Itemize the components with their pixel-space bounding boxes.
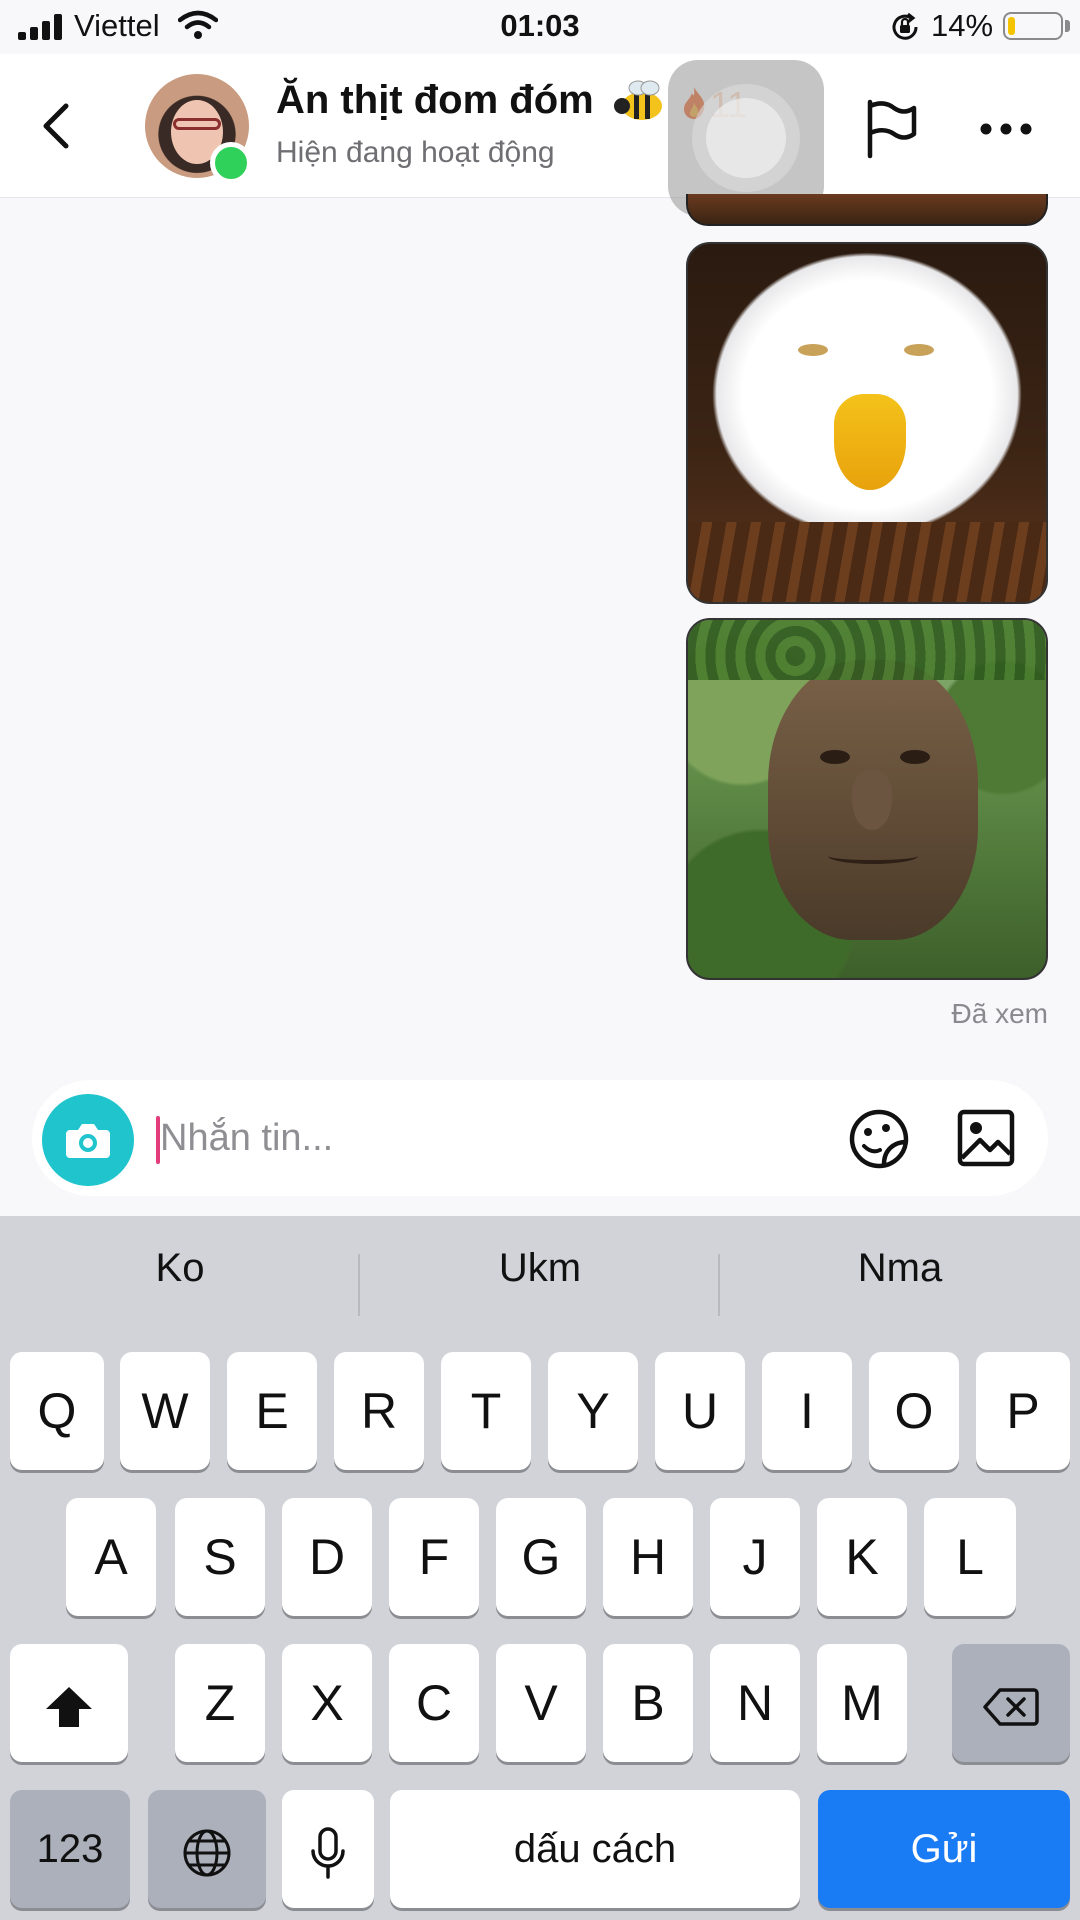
battery-icon <box>1003 12 1063 40</box>
key-t[interactable]: T <box>441 1352 531 1470</box>
bee-icon <box>614 80 662 120</box>
key-l[interactable]: L <box>924 1498 1016 1616</box>
key-x[interactable]: X <box>282 1644 372 1762</box>
eagle-feathers <box>688 522 1046 602</box>
more-options-button[interactable] <box>978 114 1034 144</box>
key-n[interactable]: N <box>710 1644 800 1762</box>
numbers-key[interactable]: 123 <box>10 1790 130 1908</box>
chat-header: Ăn thịt đom đóm 11 Hiện đang hoạt động <box>0 54 1080 216</box>
key-v[interactable]: V <box>496 1644 586 1762</box>
key-a[interactable]: A <box>66 1498 156 1616</box>
flag-button[interactable] <box>862 98 920 160</box>
key-s[interactable]: S <box>175 1498 265 1616</box>
key-w[interactable]: W <box>120 1352 210 1470</box>
key-m[interactable]: M <box>817 1644 907 1762</box>
tree-leaves <box>688 620 1046 680</box>
seen-status: Đã xem <box>951 998 1048 1029</box>
chat-status: Hiện đang hoạt động <box>276 136 555 169</box>
message-image-tree[interactable] <box>686 618 1048 980</box>
dictation-key[interactable] <box>282 1790 374 1908</box>
camera-button[interactable] <box>42 1094 134 1186</box>
suggestion-item[interactable]: Ukm <box>360 1246 720 1291</box>
message-image-partial[interactable] <box>686 194 1048 226</box>
key-k[interactable]: K <box>817 1498 907 1616</box>
assistive-touch-button[interactable] <box>668 60 824 216</box>
key-y[interactable]: Y <box>548 1352 638 1470</box>
key-o[interactable]: O <box>869 1352 959 1470</box>
suggestion-bar: Ko Ukm Nma <box>0 1216 1080 1346</box>
message-image-eagle[interactable] <box>686 242 1048 604</box>
shift-icon <box>46 1686 92 1727</box>
key-f[interactable]: F <box>389 1498 479 1616</box>
suggestion-item[interactable]: Ko <box>0 1246 360 1291</box>
key-g[interactable]: G <box>496 1498 586 1616</box>
key-r[interactable]: R <box>334 1352 424 1470</box>
backspace-icon <box>983 1688 1039 1726</box>
backspace-key[interactable] <box>952 1644 1070 1762</box>
tree-face <box>768 660 978 940</box>
composer-area <box>0 1076 1080 1216</box>
tree-mouth <box>828 848 918 864</box>
rotation-lock-icon <box>892 12 918 40</box>
eagle-eye <box>798 344 828 356</box>
key-u[interactable]: U <box>655 1352 745 1470</box>
space-key[interactable]: dấu cách <box>390 1790 800 1908</box>
back-button[interactable] <box>30 94 86 158</box>
key-p[interactable]: P <box>976 1352 1070 1470</box>
battery-percent: 14% <box>931 8 994 43</box>
avatar-glasses <box>173 118 221 130</box>
globe-key[interactable] <box>148 1790 266 1908</box>
send-key[interactable]: Gửi <box>818 1790 1070 1908</box>
tree-nose <box>852 770 892 830</box>
status-bar: Viettel 01:03 14% <box>0 0 1080 54</box>
message-composer <box>32 1080 1048 1196</box>
globe-icon <box>183 1829 231 1877</box>
eagle-eye <box>904 344 934 356</box>
eagle-beak <box>834 394 906 490</box>
sticker-button[interactable] <box>846 1106 912 1172</box>
key-h[interactable]: H <box>603 1498 693 1616</box>
keyboard: Ko Ukm Nma Q W E R T Y U I O P A S D F G… <box>0 1216 1080 1920</box>
shift-key[interactable] <box>10 1644 128 1762</box>
online-indicator <box>210 142 252 184</box>
key-i[interactable]: I <box>762 1352 852 1470</box>
key-q[interactable]: Q <box>10 1352 104 1470</box>
suggestion-item[interactable]: Nma <box>720 1246 1080 1291</box>
key-b[interactable]: B <box>603 1644 693 1762</box>
key-j[interactable]: J <box>710 1498 800 1616</box>
key-z[interactable]: Z <box>175 1644 265 1762</box>
message-list: Đã xem <box>0 194 1080 1076</box>
key-d[interactable]: D <box>282 1498 372 1616</box>
microphone-icon <box>311 1827 345 1879</box>
battery-tip <box>1065 20 1070 32</box>
key-c[interactable]: C <box>389 1644 479 1762</box>
gallery-button[interactable] <box>954 1106 1018 1170</box>
tree-eye <box>820 750 850 764</box>
chat-name[interactable]: Ăn thịt đom đóm <box>276 78 594 123</box>
tree-eye <box>900 750 930 764</box>
key-e[interactable]: E <box>227 1352 317 1470</box>
camera-icon <box>66 1124 110 1158</box>
message-input[interactable] <box>160 1110 820 1166</box>
